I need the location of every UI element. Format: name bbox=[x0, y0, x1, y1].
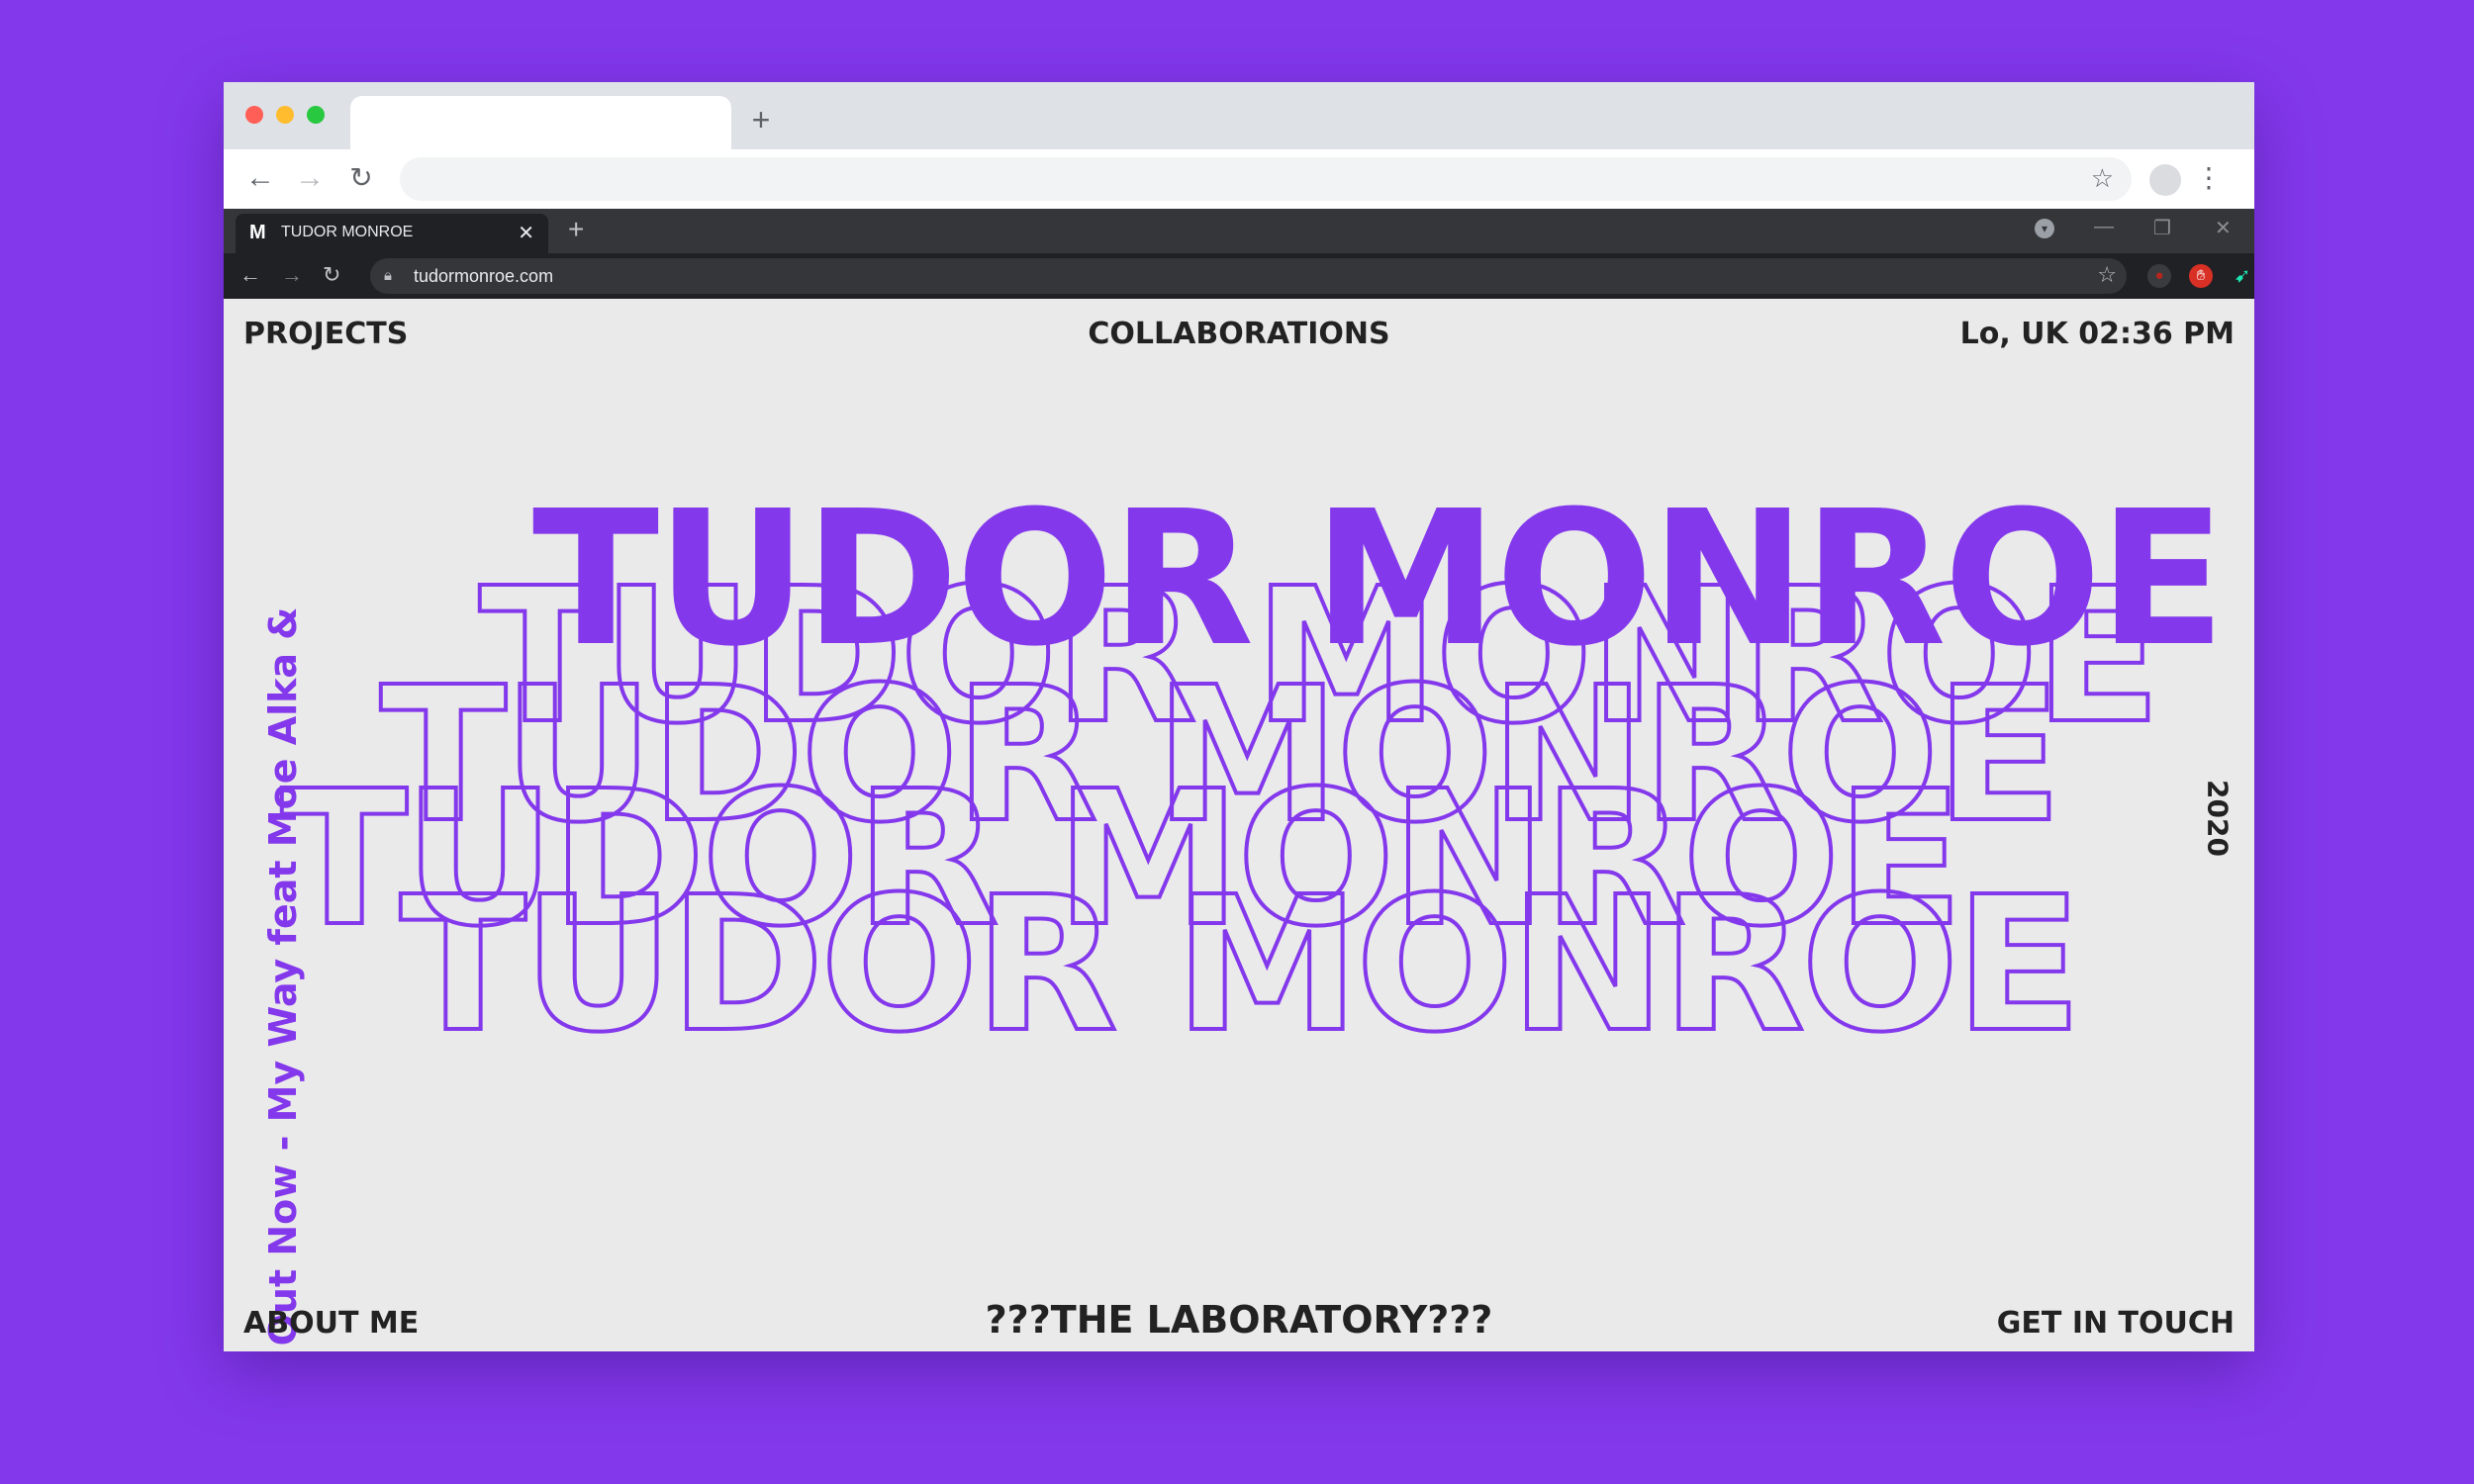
arrow-right-icon[interactable]: → bbox=[293, 161, 327, 195]
outer-address-bar[interactable]: ☆ bbox=[400, 157, 2132, 201]
location-clock: Lo, UK 02:36 PM bbox=[1959, 317, 2235, 351]
arrow-left-icon[interactable]: ← bbox=[243, 161, 277, 195]
plus-icon[interactable]: + bbox=[746, 104, 776, 136]
kebab-menu-icon[interactable]: ⋮ bbox=[2195, 161, 2223, 195]
star-icon[interactable]: ☆ bbox=[2091, 163, 2114, 194]
reload-icon[interactable]: ↻ bbox=[323, 261, 340, 289]
close-window-button[interactable] bbox=[245, 106, 263, 124]
outer-tab-strip: + bbox=[224, 82, 2254, 149]
inner-toolbar: ← → ↻ 🔒︎ tudormonroe.com ☆ ● ✋︎ ➹ ✉ ✱ ⚗ … bbox=[224, 253, 2254, 299]
url-text[interactable]: tudormonroe.com bbox=[414, 266, 553, 287]
minimize-icon[interactable]: — bbox=[2094, 216, 2114, 238]
inner-active-tab[interactable]: M TUDOR MONROE ✕ bbox=[236, 214, 548, 253]
browser-window: + ← → ↻ ☆ ⋮ M TUDOR MONROE ✕ + ▾ — ❐ ✕ ←… bbox=[224, 82, 2254, 1351]
outer-active-tab[interactable] bbox=[350, 96, 731, 149]
maximize-window-button[interactable] bbox=[307, 106, 325, 124]
close-icon[interactable]: ✕ bbox=[518, 221, 534, 245]
star-icon[interactable]: ☆ bbox=[2097, 262, 2117, 288]
restore-icon[interactable]: ❐ bbox=[2153, 216, 2171, 240]
nav-collaborations-link[interactable]: COLLABORATIONS bbox=[224, 317, 2254, 351]
lock-icon[interactable]: 🔒︎ bbox=[384, 267, 392, 284]
plus-icon[interactable]: + bbox=[568, 215, 584, 244]
hero-title: TUDOR MONROE bbox=[531, 471, 2226, 688]
nav-laboratory-link[interactable]: ???THE LABORATORY??? bbox=[224, 1298, 2254, 1342]
arrow-left-icon[interactable]: ← bbox=[239, 261, 261, 289]
profile-dropdown-icon[interactable]: ▾ bbox=[2035, 219, 2054, 238]
page-content: PROJECTS COLLABORATIONS Lo, UK 02:36 PM … bbox=[224, 299, 2254, 1351]
close-window-icon[interactable]: ✕ bbox=[2215, 216, 2232, 240]
profile-avatar[interactable] bbox=[2149, 164, 2181, 196]
inner-tab-strip: M TUDOR MONROE ✕ + ▾ — ❐ ✕ bbox=[224, 209, 2254, 253]
address-bar[interactable]: 🔒︎ tudormonroe.com ☆ bbox=[370, 258, 2127, 294]
minimize-window-button[interactable] bbox=[276, 106, 294, 124]
outer-toolbar: ← → ↻ ☆ ⋮ bbox=[224, 149, 2254, 209]
favicon-icon: M bbox=[249, 222, 266, 243]
tab-title: TUDOR MONROE bbox=[281, 224, 414, 240]
red-circle-extension-icon[interactable]: ● bbox=[2147, 264, 2171, 288]
red-hand-extension-icon[interactable]: ✋︎ bbox=[2189, 264, 2213, 288]
green-bird-extension-icon[interactable]: ➹ bbox=[2231, 264, 2254, 288]
arrow-right-icon[interactable]: → bbox=[281, 261, 303, 289]
reload-icon[interactable]: ↻ bbox=[344, 161, 378, 195]
nav-contact-link[interactable]: GET IN TOUCH bbox=[1997, 1306, 2235, 1341]
